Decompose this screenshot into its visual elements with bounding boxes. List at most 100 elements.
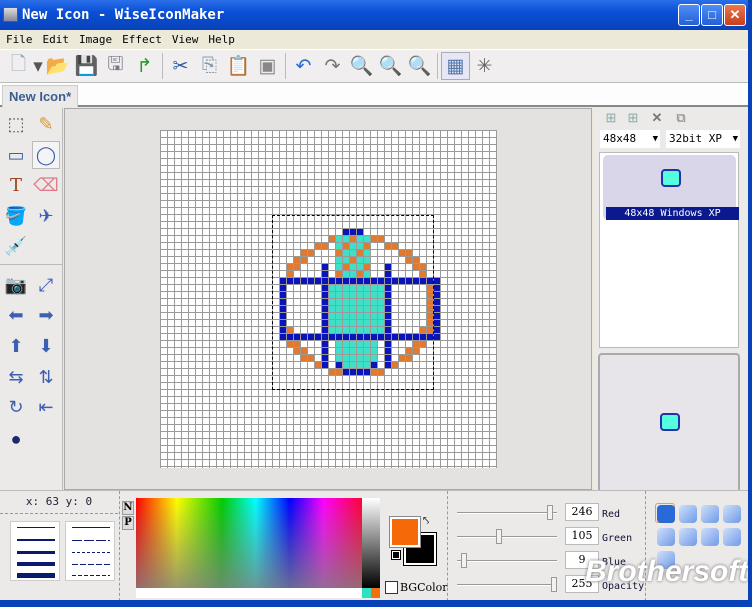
add-format-copy-icon[interactable]: ⊞ <box>624 110 642 128</box>
tool-eraser[interactable]: ⌫ <box>32 171 60 199</box>
tab-new-icon[interactable]: New Icon* <box>2 85 79 107</box>
tool-pick-color[interactable]: ⤢ <box>32 271 60 299</box>
line-style-dashdotdot[interactable] <box>72 575 110 576</box>
line-style-dashdot[interactable] <box>72 564 110 565</box>
line-width-3[interactable] <box>17 551 55 554</box>
line-width-5[interactable] <box>17 573 55 578</box>
undo-icon: ↶ <box>295 55 312 77</box>
fill-style-option[interactable] <box>701 505 719 523</box>
tool-flip-horizontal[interactable]: ⇆ <box>2 363 30 391</box>
fill-style-option[interactable] <box>723 505 741 523</box>
fill-style-option[interactable] <box>723 528 741 546</box>
zoom-actual-button[interactable]: 🔍 <box>405 52 434 80</box>
opacity-slider-thumb[interactable] <box>551 577 557 592</box>
blue-slider[interactable] <box>457 553 557 568</box>
normal-palette-button[interactable]: N <box>122 501 134 515</box>
bgcolor-checkbox[interactable] <box>385 581 398 594</box>
foreground-color-swatch[interactable] <box>389 516 421 548</box>
menu-edit[interactable]: Edit <box>37 30 74 46</box>
menu-effect[interactable]: Effect <box>116 30 166 46</box>
paste-special-button[interactable]: ▣ <box>253 52 282 80</box>
depth-select[interactable]: 32bit XP ▼ <box>666 130 740 148</box>
cut-button[interactable]: ✂ <box>166 52 195 80</box>
add-format-icon[interactable]: ⊞ <box>602 110 620 128</box>
reset-colors-icon[interactable] <box>391 550 401 560</box>
line-style-picker[interactable] <box>65 521 115 581</box>
fill-style-option[interactable] <box>657 505 675 523</box>
format-item[interactable]: 48x48 Windows XP <box>603 155 739 220</box>
paste-button[interactable]: 📋 <box>224 52 253 80</box>
tool-fill[interactable]: 🪣 <box>2 202 30 230</box>
fill-style-option[interactable] <box>701 528 719 546</box>
menu-image[interactable]: Image <box>73 30 116 46</box>
menu-view[interactable]: View <box>166 30 203 46</box>
preview-icon <box>660 413 680 431</box>
selection-marquee[interactable] <box>272 215 434 390</box>
save-as-button[interactable]: 🖫 <box>101 52 130 80</box>
minimize-button[interactable]: _ <box>678 4 700 26</box>
new-button[interactable]: 🗋 <box>4 52 33 80</box>
export-button[interactable]: ↱ <box>130 52 159 80</box>
tool-ellipse[interactable]: ◯ <box>32 141 60 169</box>
red-value-field[interactable]: 246 <box>565 503 599 521</box>
line-style-dash[interactable] <box>72 540 110 541</box>
fill-style-option[interactable] <box>679 505 697 523</box>
effects-button[interactable]: ✳ <box>470 52 499 80</box>
tool-text[interactable]: T <box>2 171 30 199</box>
tool-rotate[interactable]: ↻ <box>2 393 30 421</box>
green-slider[interactable] <box>457 529 557 544</box>
palette-white-strip[interactable] <box>136 588 362 598</box>
tool-shift-up[interactable]: ⬆ <box>2 332 30 360</box>
tool-shift-right[interactable]: ➡ <box>32 301 60 329</box>
line-style-solid[interactable] <box>72 527 110 528</box>
green-slider-thumb[interactable] <box>495 529 502 544</box>
swap-colors-icon[interactable]: ⤣ <box>423 515 429 528</box>
tool-align-left[interactable]: ⇤ <box>32 393 60 421</box>
title-bar: New Icon - WiseIconMaker <box>0 0 752 30</box>
open-button[interactable]: 📂 <box>43 52 72 80</box>
menu-help[interactable]: Help <box>202 30 239 46</box>
color-palette[interactable] <box>136 498 362 598</box>
fill-style-option[interactable] <box>657 528 675 546</box>
line-width-2[interactable] <box>17 539 55 541</box>
line-width-picker[interactable] <box>10 521 60 581</box>
tool-spray[interactable]: ✈ <box>32 202 60 230</box>
tool-capture[interactable]: 📷 <box>2 271 30 299</box>
recent-color-cyan[interactable] <box>362 588 371 598</box>
maximize-button[interactable]: □ <box>701 4 723 26</box>
copy-button[interactable]: ⎘ <box>195 52 224 80</box>
red-slider[interactable] <box>457 505 557 520</box>
tool-eyedropper[interactable]: 💉 <box>2 232 30 260</box>
zoom-in-button[interactable]: 🔍 <box>347 52 376 80</box>
green-value-field[interactable]: 105 <box>565 527 599 545</box>
tool-select[interactable]: ⬚ <box>2 110 30 138</box>
pattern-palette-button[interactable]: P <box>122 516 134 530</box>
new-dropdown-button[interactable]: ▾ <box>33 52 43 80</box>
grayscale-strip[interactable] <box>362 498 380 588</box>
chevron-down-icon: ▼ <box>652 134 658 144</box>
size-select[interactable]: 48x48 ▼ <box>600 130 660 148</box>
close-button[interactable]: ✕ <box>724 4 746 26</box>
tool-pencil[interactable]: ✎ <box>32 110 60 138</box>
delete-format-icon[interactable]: ✕ <box>648 110 666 128</box>
zoom-out-button[interactable]: 🔍 <box>376 52 405 80</box>
line-width-1[interactable] <box>17 527 55 528</box>
copy-format-icon[interactable]: ⧉ <box>672 110 690 128</box>
recent-color-orange[interactable] <box>371 588 380 598</box>
line-width-4[interactable] <box>17 562 55 566</box>
grid-button[interactable]: ▦ <box>441 52 470 80</box>
save-button[interactable]: 💾 <box>72 52 101 80</box>
tool-flip-vertical[interactable]: ⇅ <box>32 363 60 391</box>
menu-file[interactable]: File <box>0 30 37 46</box>
line-style-dot[interactable] <box>72 552 110 553</box>
redo-button[interactable]: ↷ <box>318 52 347 80</box>
fill-style-option[interactable] <box>679 528 697 546</box>
blue-slider-thumb[interactable] <box>460 553 467 568</box>
red-slider-thumb[interactable] <box>547 505 554 520</box>
tool-rectangle[interactable]: ▭ <box>2 141 30 169</box>
tool-shift-left[interactable]: ⬅ <box>2 301 30 329</box>
opacity-slider[interactable] <box>457 577 557 592</box>
undo-button[interactable]: ↶ <box>289 52 318 80</box>
tool-sphere[interactable]: ● <box>2 425 30 453</box>
tool-shift-down[interactable]: ⬇ <box>32 332 60 360</box>
